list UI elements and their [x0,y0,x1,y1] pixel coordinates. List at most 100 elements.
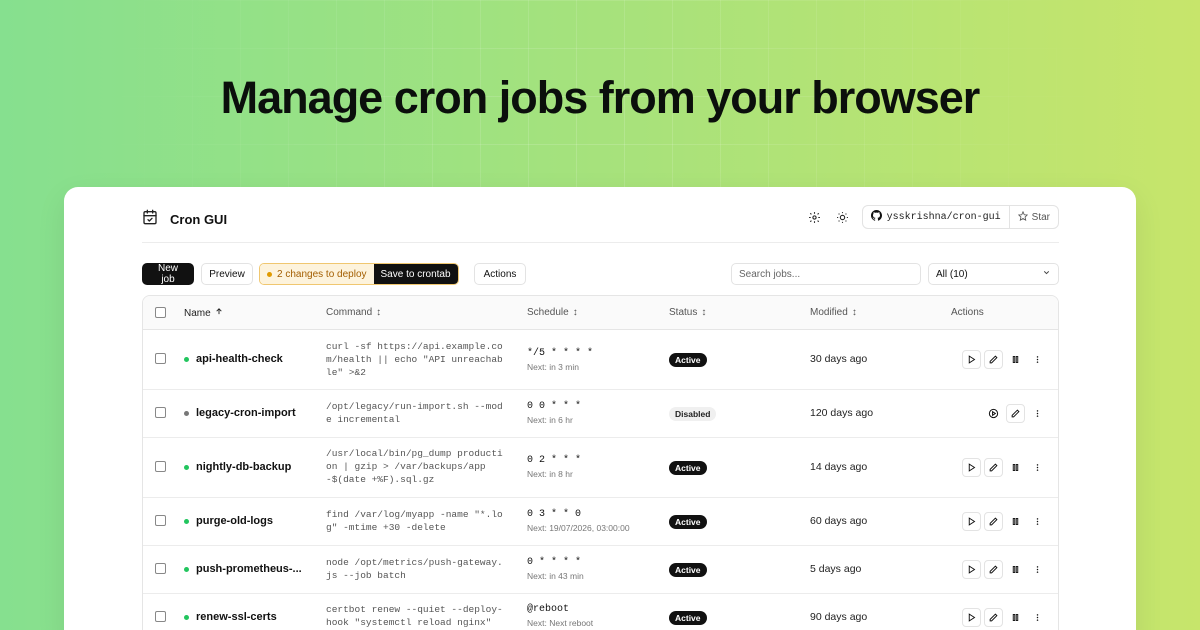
more-vertical-icon[interactable] [1028,560,1047,579]
row-checkbox[interactable] [155,515,166,526]
edit-pencil-icon[interactable] [984,608,1003,627]
app-name: Cron GUI [170,212,228,227]
chevron-down-icon [1042,268,1051,280]
table-row[interactable]: api-health-check curl -sf https://api.ex… [143,330,1058,390]
table-row[interactable]: legacy-cron-import /opt/legacy/run-impor… [143,390,1058,438]
job-schedule: */5 * * * * [527,348,594,359]
more-vertical-icon[interactable] [1028,512,1047,531]
sort-icon: ↕ [851,307,857,318]
pending-changes-indicator: 2 changes to deploy [260,264,374,284]
pause-icon[interactable] [1006,458,1025,477]
more-vertical-icon[interactable] [1028,458,1047,477]
star-icon [1017,210,1028,224]
run-play-icon[interactable] [962,350,981,369]
job-schedule: 0 2 * * * [527,455,582,466]
status-badge: Active [669,353,707,367]
job-next-run: Next: in 3 min [527,362,579,372]
sort-by-status[interactable]: Status ↕ [669,307,706,318]
job-schedule: 0 * * * * [527,557,582,568]
sort-by-command[interactable]: Command ↕ [326,307,381,318]
pending-dot-icon [267,271,272,277]
status-dot-icon [184,410,189,416]
job-name: purge-old-logs [196,515,273,527]
run-play-icon[interactable] [962,608,981,627]
more-vertical-icon[interactable] [1028,350,1047,369]
sort-icon: ↕ [376,307,382,318]
row-checkbox[interactable] [155,611,166,622]
pause-icon[interactable] [1006,608,1025,627]
sort-icon: ↕ [701,307,707,318]
deploy-group: 2 changes to deploy Save to crontab [259,263,459,285]
job-modified: 30 days ago [810,353,868,365]
enable-play-circle-icon[interactable] [984,404,1003,423]
row-checkbox[interactable] [155,407,166,418]
job-next-run: Next: in 43 min [527,571,584,581]
table-row[interactable]: nightly-db-backup /usr/local/bin/pg_dump… [143,438,1058,498]
job-command: certbot renew --quiet --deploy-hook "sys… [326,604,503,628]
run-play-icon[interactable] [962,458,981,477]
theme-sun-icon[interactable] [834,208,852,226]
job-schedule: @reboot [527,604,570,615]
pause-icon[interactable] [1006,350,1025,369]
new-job-button[interactable]: New job [142,263,194,285]
pause-icon[interactable] [1006,512,1025,531]
github-star-button[interactable]: Star [1010,206,1058,228]
status-badge: Active [669,563,707,577]
status-filter-select[interactable]: All (10) [928,263,1059,285]
more-vertical-icon[interactable] [1028,608,1047,627]
job-name: push-prometheus-... [196,563,302,575]
job-name: nightly-db-backup [196,461,292,473]
job-command: curl -sf https://api.example.com/health … [326,341,503,378]
job-modified: 14 days ago [810,461,868,473]
edit-pencil-icon[interactable] [984,560,1003,579]
job-name: renew-ssl-certs [196,611,277,623]
job-modified: 120 days ago [810,407,874,419]
row-checkbox[interactable] [155,461,166,472]
job-next-run: Next: 19/07/2026, 03:00:00 [527,523,630,533]
select-all-checkbox[interactable] [155,307,166,318]
row-checkbox[interactable] [155,353,166,364]
more-vertical-icon[interactable] [1028,404,1047,423]
arrow-up-icon [215,307,223,319]
brand: Cron GUI [142,209,227,230]
edit-pencil-icon[interactable] [1006,404,1025,423]
run-play-icon[interactable] [962,512,981,531]
github-link[interactable]: ysskrishna/cron-gui Star [861,205,1059,229]
status-badge: Active [669,611,707,625]
table-row[interactable]: purge-old-logs find /var/log/myapp -name… [143,498,1058,546]
sort-by-schedule[interactable]: Schedule ↕ [527,307,578,318]
job-schedule: 0 3 * * 0 [527,509,582,520]
filter-value: All (10) [936,268,968,280]
status-badge: Active [669,461,707,475]
save-to-crontab-button[interactable]: Save to crontab [373,264,458,284]
preview-button[interactable]: Preview [201,263,253,285]
table-header: Name Command ↕ Schedule ↕ Status ↕ Modif… [143,296,1058,330]
job-next-run: Next: in 6 hr [527,415,573,425]
job-modified: 60 days ago [810,515,868,527]
settings-gear-icon[interactable] [806,208,824,226]
sort-by-modified[interactable]: Modified ↕ [810,307,857,318]
sort-by-name[interactable]: Name [184,307,223,319]
table-row[interactable]: push-prometheus-... node /opt/metrics/pu… [143,546,1058,594]
edit-pencil-icon[interactable] [984,350,1003,369]
toolbar: New job Preview 2 changes to deploy Save… [142,263,1059,285]
table-row[interactable]: renew-ssl-certs certbot renew --quiet --… [143,594,1058,630]
app-header: Cron GUI ysskrishna/cron-gui Star [142,205,1059,243]
run-play-icon[interactable] [962,560,981,579]
edit-pencil-icon[interactable] [984,458,1003,477]
job-command: /usr/local/bin/pg_dump production | gzip… [326,448,503,485]
status-dot-icon [184,518,189,524]
row-checkbox[interactable] [155,563,166,574]
edit-pencil-icon[interactable] [984,512,1003,531]
job-schedule: 0 0 * * * [527,401,582,412]
calendar-icon [142,209,158,230]
job-name: api-health-check [196,353,283,365]
job-next-run: Next: in 8 hr [527,469,573,479]
job-command: find /var/log/myapp -name "*.log" -mtime… [326,509,503,533]
star-label: Star [1031,211,1050,223]
status-dot-icon [184,566,189,572]
job-modified: 5 days ago [810,563,862,575]
search-input[interactable] [731,263,921,285]
pause-icon[interactable] [1006,560,1025,579]
actions-menu-button[interactable]: Actions [474,263,526,285]
